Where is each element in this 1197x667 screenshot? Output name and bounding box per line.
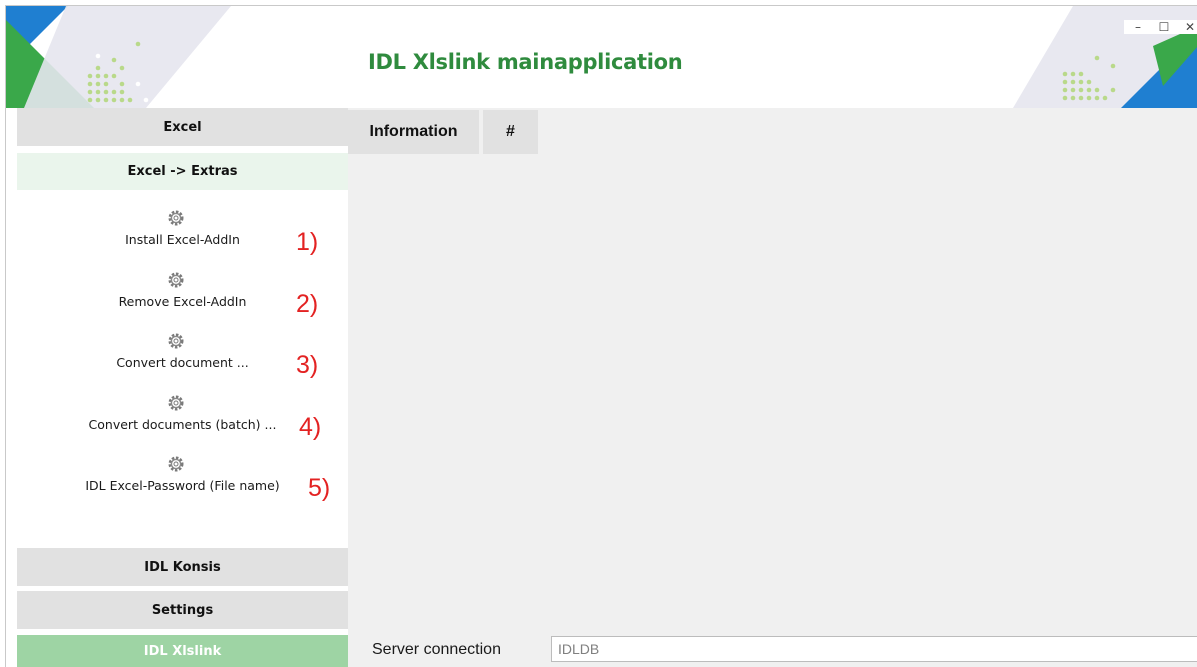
application-window: IDL Xlslink mainapplication – ☐ ✕ Excel …	[5, 5, 1197, 667]
logo-left	[6, 6, 231, 108]
section-excel[interactable]: Excel	[17, 108, 348, 146]
tab-hash[interactable]: #	[483, 110, 538, 154]
marker-3: 3)	[296, 351, 319, 379]
header-banner: IDL Xlslink mainapplication – ☐ ✕	[6, 6, 1197, 108]
server-connection-label: Server connection	[372, 641, 501, 658]
gear-icon	[168, 456, 184, 472]
app-title: IDL Xlslink mainapplication	[368, 50, 683, 74]
tab-information[interactable]: Information	[348, 110, 479, 154]
sidebar: Excel Excel -> Extras Install Excel-AddI…	[17, 108, 348, 667]
marker-1: 1)	[296, 228, 319, 256]
gear-icon	[168, 395, 184, 411]
marker-2: 2)	[296, 290, 319, 318]
gear-icon	[168, 333, 184, 349]
section-idl-konsis[interactable]: IDL Konsis	[17, 548, 348, 586]
minimize-button[interactable]: –	[1130, 20, 1146, 34]
close-button[interactable]: ✕	[1182, 20, 1197, 34]
section-settings[interactable]: Settings	[17, 591, 348, 629]
main-panel: Information #	[348, 108, 1197, 632]
marker-4: 4)	[299, 413, 322, 441]
gear-icon	[168, 272, 184, 288]
marker-5: 5)	[308, 474, 331, 502]
gear-icon	[168, 210, 184, 226]
action-label: IDL Excel-Password (File name)	[85, 478, 280, 493]
maximize-button[interactable]: ☐	[1156, 20, 1172, 34]
section-excel-extras[interactable]: Excel -> Extras	[17, 153, 348, 190]
status-bar: Server connection IDLDB	[348, 632, 1197, 667]
server-connection-field[interactable]: IDLDB	[551, 636, 1197, 662]
window-controls: – ☐ ✕	[1124, 20, 1197, 34]
section-idl-xlslink[interactable]: IDL Xlslink	[17, 635, 348, 667]
action-idl-excel-password[interactable]: IDL Excel-Password (File name)	[17, 454, 348, 512]
